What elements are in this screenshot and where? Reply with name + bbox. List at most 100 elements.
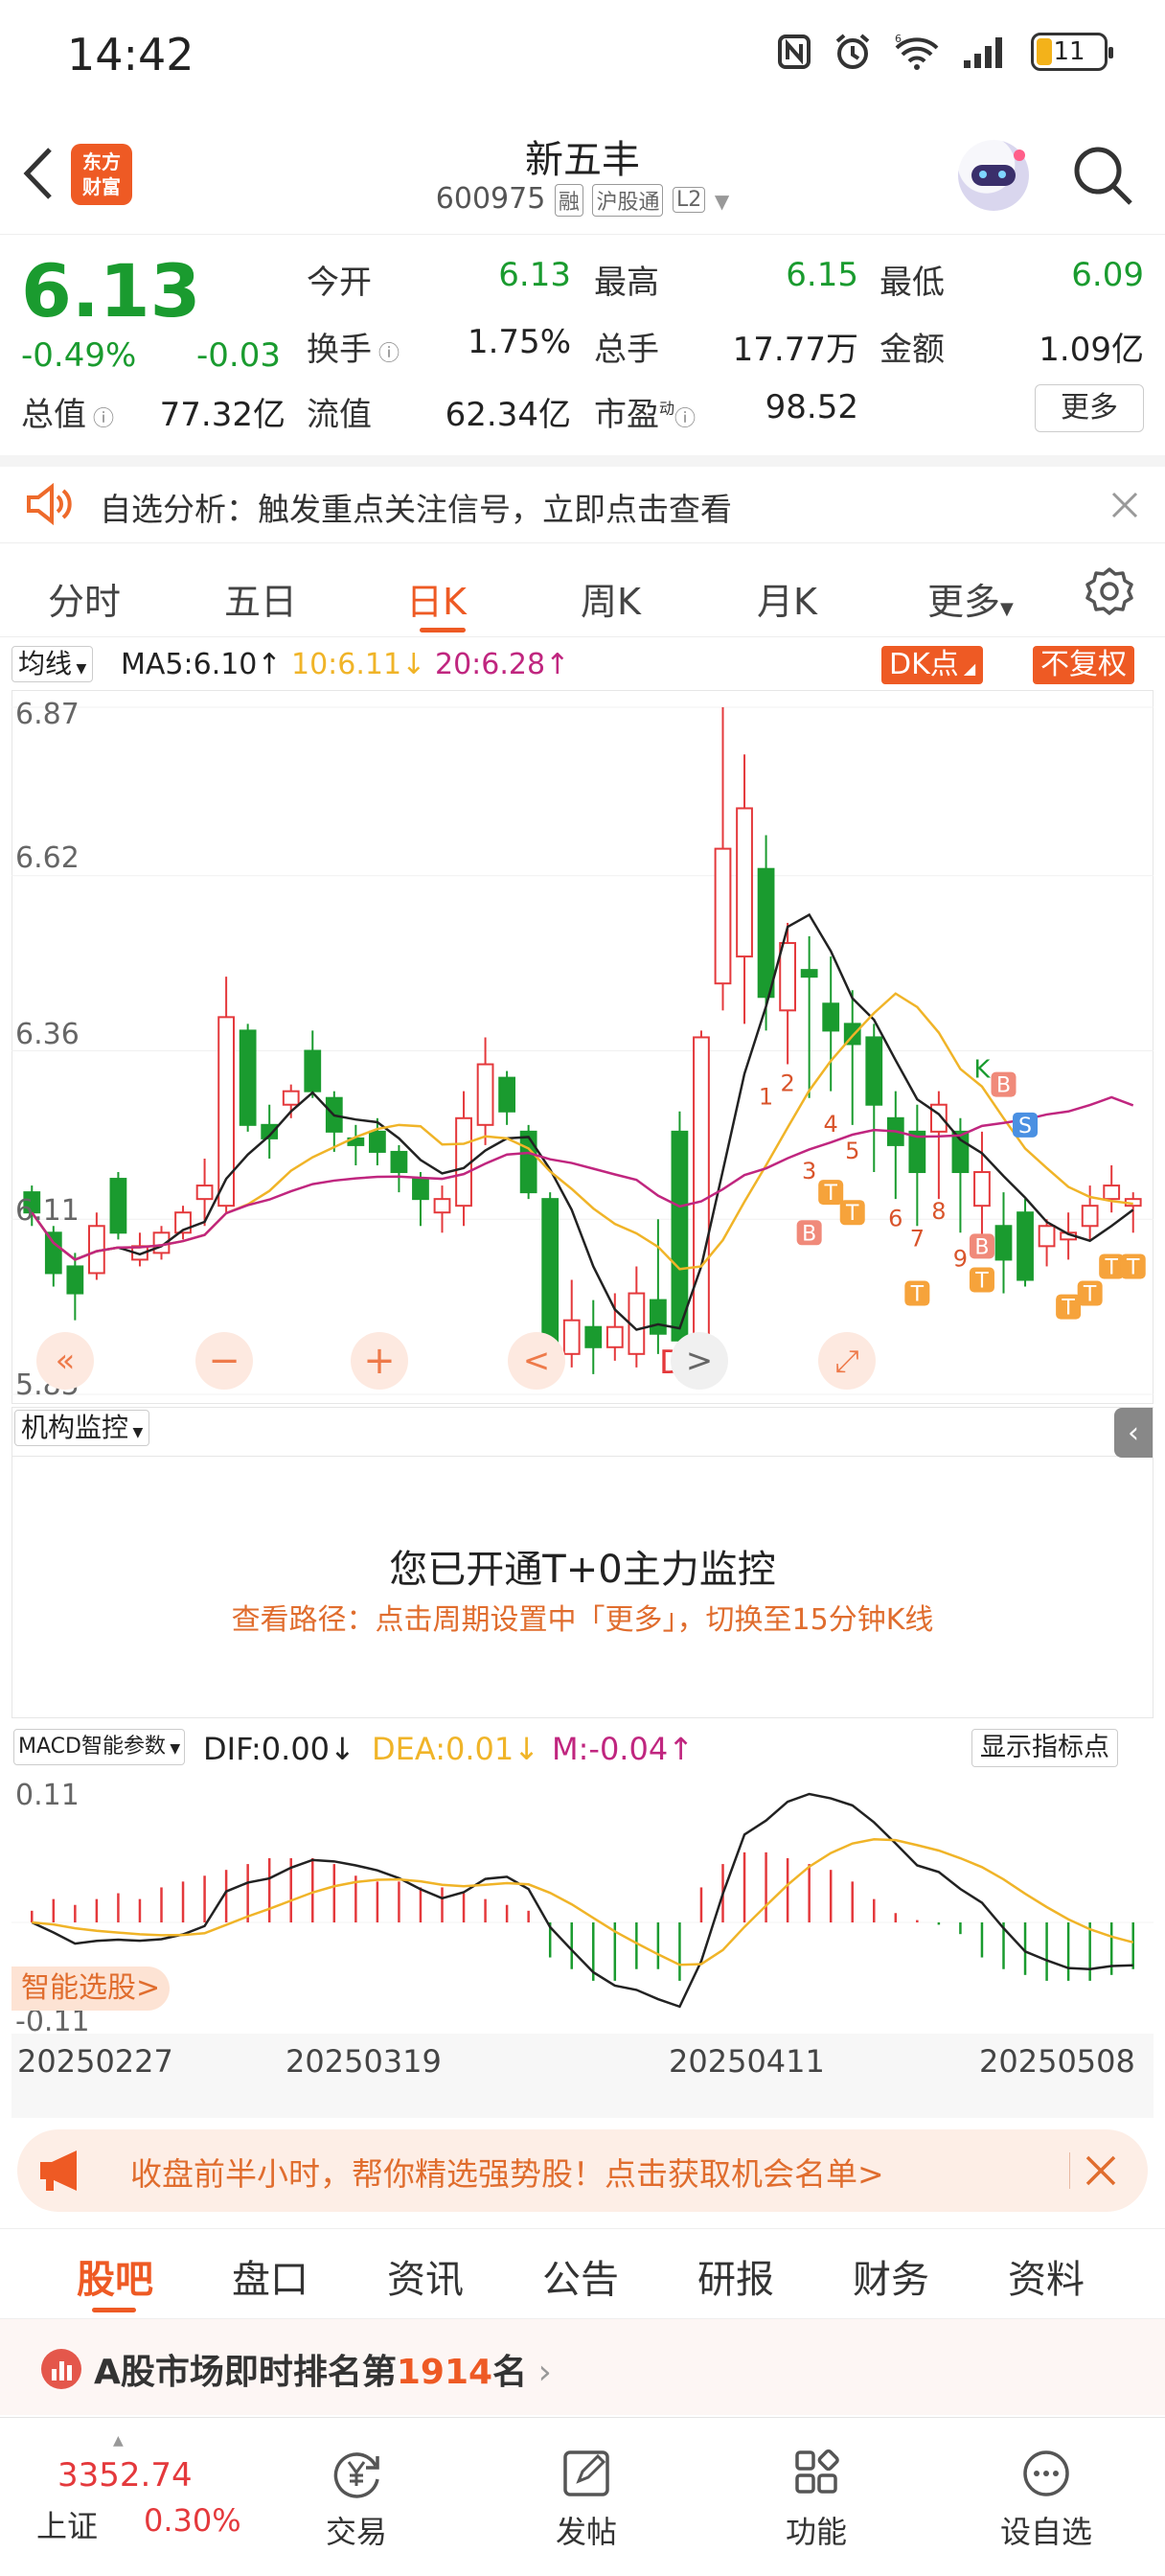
more-button[interactable]: 更多	[1035, 384, 1144, 432]
triangle-down-icon: ▼	[72, 661, 87, 677]
adjust-button[interactable]: 不复权	[1033, 646, 1134, 684]
triangle-up-icon: ▲	[113, 2433, 124, 2449]
t-marker[interactable]: T	[818, 1180, 844, 1206]
tab-daily-k[interactable]: 日K	[406, 572, 467, 625]
monitor-selector[interactable]: 机构监控 ▼	[14, 1410, 150, 1446]
fullscreen-button[interactable]: ⤢	[818, 1332, 876, 1390]
tab-guba[interactable]: 股吧	[77, 2248, 153, 2304]
content-tabs: 股吧 盘口 资讯 公告 研报 财务 资料	[0, 2228, 1165, 2319]
macd-chart[interactable]	[11, 1775, 1154, 2070]
index-quote[interactable]: ▲ 3352.74 上证 0.30%	[29, 2433, 259, 2548]
candle-body	[282, 1090, 300, 1106]
candle	[239, 1024, 257, 1132]
t-marker[interactable]: T	[1056, 1294, 1082, 1321]
zoom-out-button[interactable]: −	[195, 1332, 253, 1390]
analysis-notice[interactable]: 自选分析：触发重点关注信号，立即点击查看	[0, 455, 1165, 543]
close-icon[interactable]	[1109, 490, 1140, 520]
sell-marker[interactable]: S	[1013, 1112, 1039, 1138]
candle	[66, 1253, 84, 1321]
buy-marker[interactable]: B	[796, 1220, 822, 1246]
settings-gear-icon[interactable]	[1085, 566, 1134, 616]
candle	[498, 1070, 516, 1125]
edit-icon	[563, 2450, 609, 2496]
ma5-line	[31, 912, 1134, 1331]
buy-marker[interactable]: B	[991, 1071, 1017, 1098]
search-icon[interactable]	[1071, 144, 1134, 207]
smart-pick-button[interactable]: 智能选股>	[11, 1966, 171, 2011]
tab-weekly-k[interactable]: 周K	[581, 572, 641, 625]
ma-selector[interactable]: 均线 ▼	[11, 646, 94, 682]
zoom-in-button[interactable]: +	[351, 1332, 408, 1390]
tab-intraday[interactable]: 分时	[48, 572, 121, 625]
next-day-button[interactable]: >	[671, 1332, 728, 1390]
nav-functions[interactable]: 功能	[730, 2447, 902, 2552]
robot-assistant-icon[interactable]	[958, 140, 1029, 211]
candle	[757, 835, 775, 1031]
t-marker[interactable]: T	[1077, 1280, 1103, 1307]
triangle-down-icon: ▼	[128, 1425, 144, 1440]
candle-body	[476, 1063, 494, 1126]
more-dots-icon	[1023, 2450, 1069, 2496]
nav-post[interactable]: 发帖	[500, 2447, 673, 2552]
candle-body	[994, 1225, 1013, 1261]
battery-icon: 11	[1031, 33, 1113, 71]
chevron-right-icon: >	[136, 1971, 161, 2005]
dif-line	[31, 1792, 1133, 2009]
show-indicator-points-button[interactable]: 显示指标点	[971, 1729, 1118, 1767]
yen-cycle-icon	[333, 2452, 379, 2498]
candle	[908, 1104, 926, 1227]
tab-announcements[interactable]: 公告	[542, 2248, 619, 2304]
candle	[325, 1091, 343, 1152]
y-tick-label: 6.11	[15, 1194, 80, 1228]
info-icon[interactable]: ⓘ	[674, 407, 696, 431]
t-marker[interactable]: T	[969, 1267, 994, 1294]
buy-marker-label: B	[802, 1222, 816, 1246]
t-marker[interactable]: T	[1099, 1254, 1125, 1279]
tab-news[interactable]: 资讯	[387, 2248, 464, 2304]
low-value: 6.09	[1071, 256, 1144, 294]
t-marker-label: T	[974, 1270, 989, 1294]
market-rank-row[interactable]: A股市场即时排名第1914名 ›	[0, 2319, 1165, 2415]
date-axis: 20250227 20250319 20250411 20250508	[11, 2034, 1154, 2118]
bottom-nav: ▲ 3352.74 上证 0.30% 交易 发帖 功能 设自选	[0, 2417, 1165, 2576]
macd-selector[interactable]: MACD智能参数 ▼	[13, 1729, 186, 1765]
nav-trade[interactable]: 交易	[270, 2447, 443, 2552]
close-icon[interactable]	[1085, 2154, 1117, 2187]
k-signal-label: K	[973, 1056, 991, 1085]
buy-marker[interactable]: B	[969, 1233, 994, 1259]
tab-monthly-k[interactable]: 月K	[757, 572, 817, 625]
quote-panel: 6.13 -0.49% -0.03 今开 6.13 最高 6.15 最低 6.0…	[0, 235, 1165, 455]
kline-chart[interactable]: BBBSTTTTTTT T123456789K	[11, 690, 1154, 1404]
t-marker[interactable]: T	[1120, 1254, 1146, 1279]
tab-more[interactable]: 更多▼	[927, 572, 1014, 625]
candle-body	[519, 1130, 537, 1194]
dk-point-button[interactable]: DK点 ◢	[881, 646, 984, 684]
candle-body	[800, 969, 818, 978]
info-icon[interactable]: ⓘ	[86, 407, 114, 431]
tab-five-day[interactable]: 五日	[224, 572, 297, 625]
macd-panel: MACD智能参数 ▼ DIF:0.00↓ DEA:0.01↓ M:-0.04↑ …	[11, 1725, 1154, 2118]
tab-research[interactable]: 研报	[697, 2248, 774, 2304]
volume-value: 17.77万	[732, 331, 858, 369]
prev-day-button[interactable]: <	[508, 1332, 565, 1390]
collapse-left-icon[interactable]: ‹	[1114, 1408, 1153, 1458]
promo-banner[interactable]: 收盘前半小时，帮你精选强势股！点击获取机会名单>	[17, 2129, 1148, 2212]
scroll-left-button[interactable]: «	[36, 1332, 94, 1390]
nav-add-watchlist[interactable]: 设自选	[960, 2447, 1132, 2552]
status-bar: 14:42 6 11	[0, 0, 1165, 115]
period-tabs: 分时 五日 日K 周K 月K 更多▼	[0, 551, 1165, 637]
candle	[304, 1030, 322, 1098]
candle-body	[865, 1036, 883, 1106]
ma20-value: 20:6.28↑	[435, 648, 570, 681]
tab-finance[interactable]: 财务	[853, 2248, 929, 2304]
info-icon[interactable]: ⓘ	[372, 342, 400, 366]
candle-body	[44, 1231, 62, 1275]
t-marker[interactable]: T	[904, 1280, 930, 1307]
t-marker-label: T	[1083, 1283, 1097, 1307]
candle	[584, 1300, 603, 1374]
corner-arrow-icon: ◢	[958, 659, 976, 678]
t-marker[interactable]: T	[839, 1200, 865, 1226]
tab-order-book[interactable]: 盘口	[232, 2248, 308, 2304]
candle	[605, 1293, 624, 1361]
tab-profile[interactable]: 资料	[1008, 2248, 1085, 2304]
